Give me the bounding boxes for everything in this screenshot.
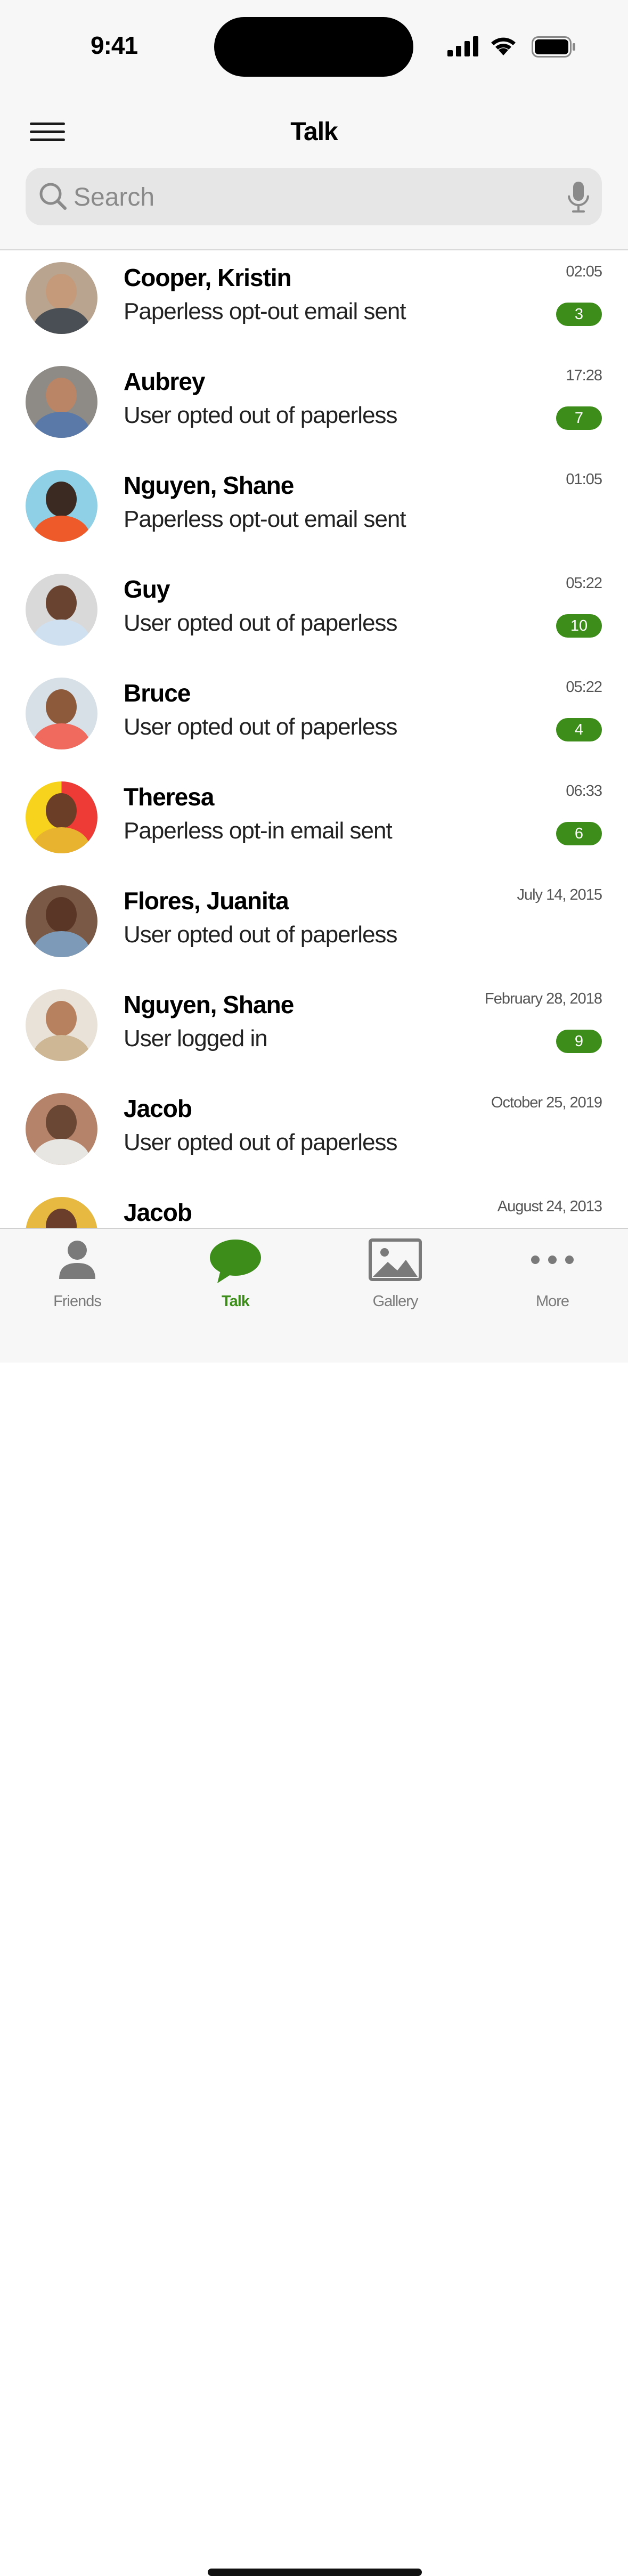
conversation-row[interactable]: Jacob User opted out of paperless Octobe… [0, 1081, 628, 1185]
contact-name: Theresa [124, 783, 214, 811]
tab-label: Gallery [372, 1293, 419, 1310]
microphone-icon[interactable] [567, 181, 590, 214]
status-time: 9:41 [91, 31, 138, 59]
conversation-row[interactable]: Cooper, Kristin Paperless opt-out email … [0, 250, 628, 354]
avatar [26, 1093, 97, 1165]
contact-name: Bruce [124, 679, 191, 707]
last-message: User opted out of paperless [124, 1129, 398, 1155]
tab-label: More [535, 1293, 569, 1310]
last-message: Paperless opt-out email sent [124, 506, 406, 532]
search-input[interactable] [72, 177, 554, 217]
wifi-icon [491, 37, 516, 55]
message-time: 01:05 [566, 471, 602, 488]
contact-name: Aubrey [124, 368, 205, 395]
contact-name: Nguyen, Shane [124, 991, 294, 1018]
last-message: User opted out of paperless [124, 402, 398, 428]
avatar [26, 262, 97, 334]
unread-badge: 7 [556, 406, 602, 430]
last-message: Paperless opt-out email sent [124, 298, 406, 324]
tab-gallery[interactable]: Gallery [342, 1229, 448, 1314]
contact-name: Guy [124, 575, 170, 603]
message-time: 17:28 [566, 367, 602, 384]
conversation-row[interactable]: Nguyen, Shane Paperless opt-out email se… [0, 458, 628, 562]
message-time: 02:05 [566, 263, 602, 280]
message-time: February 28, 2018 [485, 990, 602, 1007]
tab-label: Friends [53, 1293, 102, 1310]
conversation-row[interactable]: Aubrey User opted out of paperless 17:28… [0, 354, 628, 458]
top-header: 9:41 Talk [0, 0, 628, 250]
unread-badge: 9 [556, 1030, 602, 1053]
contact-name: Cooper, Kristin [124, 264, 292, 291]
signal-icon [447, 36, 478, 56]
unread-badge: 4 [556, 718, 602, 741]
contact-name: Flores, Juanita [124, 887, 289, 915]
chat-bubble-icon [210, 1240, 261, 1283]
conversation-row[interactable]: Flores, Juanita User opted out of paperl… [0, 874, 628, 977]
avatar [26, 989, 97, 1061]
conversation-list[interactable]: Cooper, Kristin Paperless opt-out email … [0, 250, 628, 1228]
last-message: Paperless opt-in email sent [124, 818, 393, 844]
unread-badge: 10 [556, 614, 602, 638]
tab-friends[interactable]: Friends [24, 1229, 131, 1314]
message-time: 06:33 [566, 782, 602, 800]
avatar [26, 470, 97, 542]
battery-icon [532, 36, 575, 58]
tab-label: Talk [222, 1293, 250, 1310]
conversation-row[interactable]: Bruce User opted out of paperless 05:22 … [0, 666, 628, 770]
avatar [26, 366, 97, 438]
avatar [26, 1197, 97, 1228]
avatar [26, 678, 97, 749]
unread-badge: 3 [556, 303, 602, 326]
person-icon [59, 1241, 95, 1279]
conversation-row[interactable]: Jacob August 24, 2013 [0, 1185, 628, 1228]
conversation-row[interactable]: Guy User opted out of paperless 05:22 10 [0, 562, 628, 666]
last-message: User logged in [124, 1025, 268, 1051]
more-dots-icon [531, 1256, 574, 1264]
message-time: July 14, 2015 [517, 886, 602, 903]
contact-name: Jacob [124, 1199, 192, 1226]
home-indicator [208, 2569, 422, 2576]
conversation-row[interactable]: Theresa Paperless opt-in email sent 06:3… [0, 770, 628, 874]
avatar [26, 885, 97, 957]
message-time: 05:22 [566, 575, 602, 592]
message-time: 05:22 [566, 679, 602, 696]
conversation-row[interactable]: Nguyen, Shane User logged in February 28… [0, 977, 628, 1081]
last-message: User opted out of paperless [124, 922, 398, 948]
tab-more[interactable]: More [499, 1229, 606, 1314]
tab-talk[interactable]: Talk [182, 1229, 289, 1314]
tab-bar: Friends Talk Gallery More [0, 1228, 628, 2576]
message-time: August 24, 2013 [497, 1198, 602, 1215]
dynamic-island [214, 17, 413, 77]
search-bar[interactable] [26, 168, 602, 225]
page-title: Talk [290, 118, 338, 146]
search-icon [39, 183, 67, 210]
contact-name: Nguyen, Shane [124, 471, 294, 499]
unread-badge: 6 [556, 822, 602, 845]
avatar [26, 781, 97, 853]
message-time: October 25, 2019 [491, 1094, 602, 1111]
contact-name: Jacob [124, 1095, 192, 1122]
last-message: User opted out of paperless [124, 610, 398, 636]
avatar [26, 574, 97, 646]
last-message: User opted out of paperless [124, 714, 398, 740]
image-icon [369, 1238, 422, 1281]
